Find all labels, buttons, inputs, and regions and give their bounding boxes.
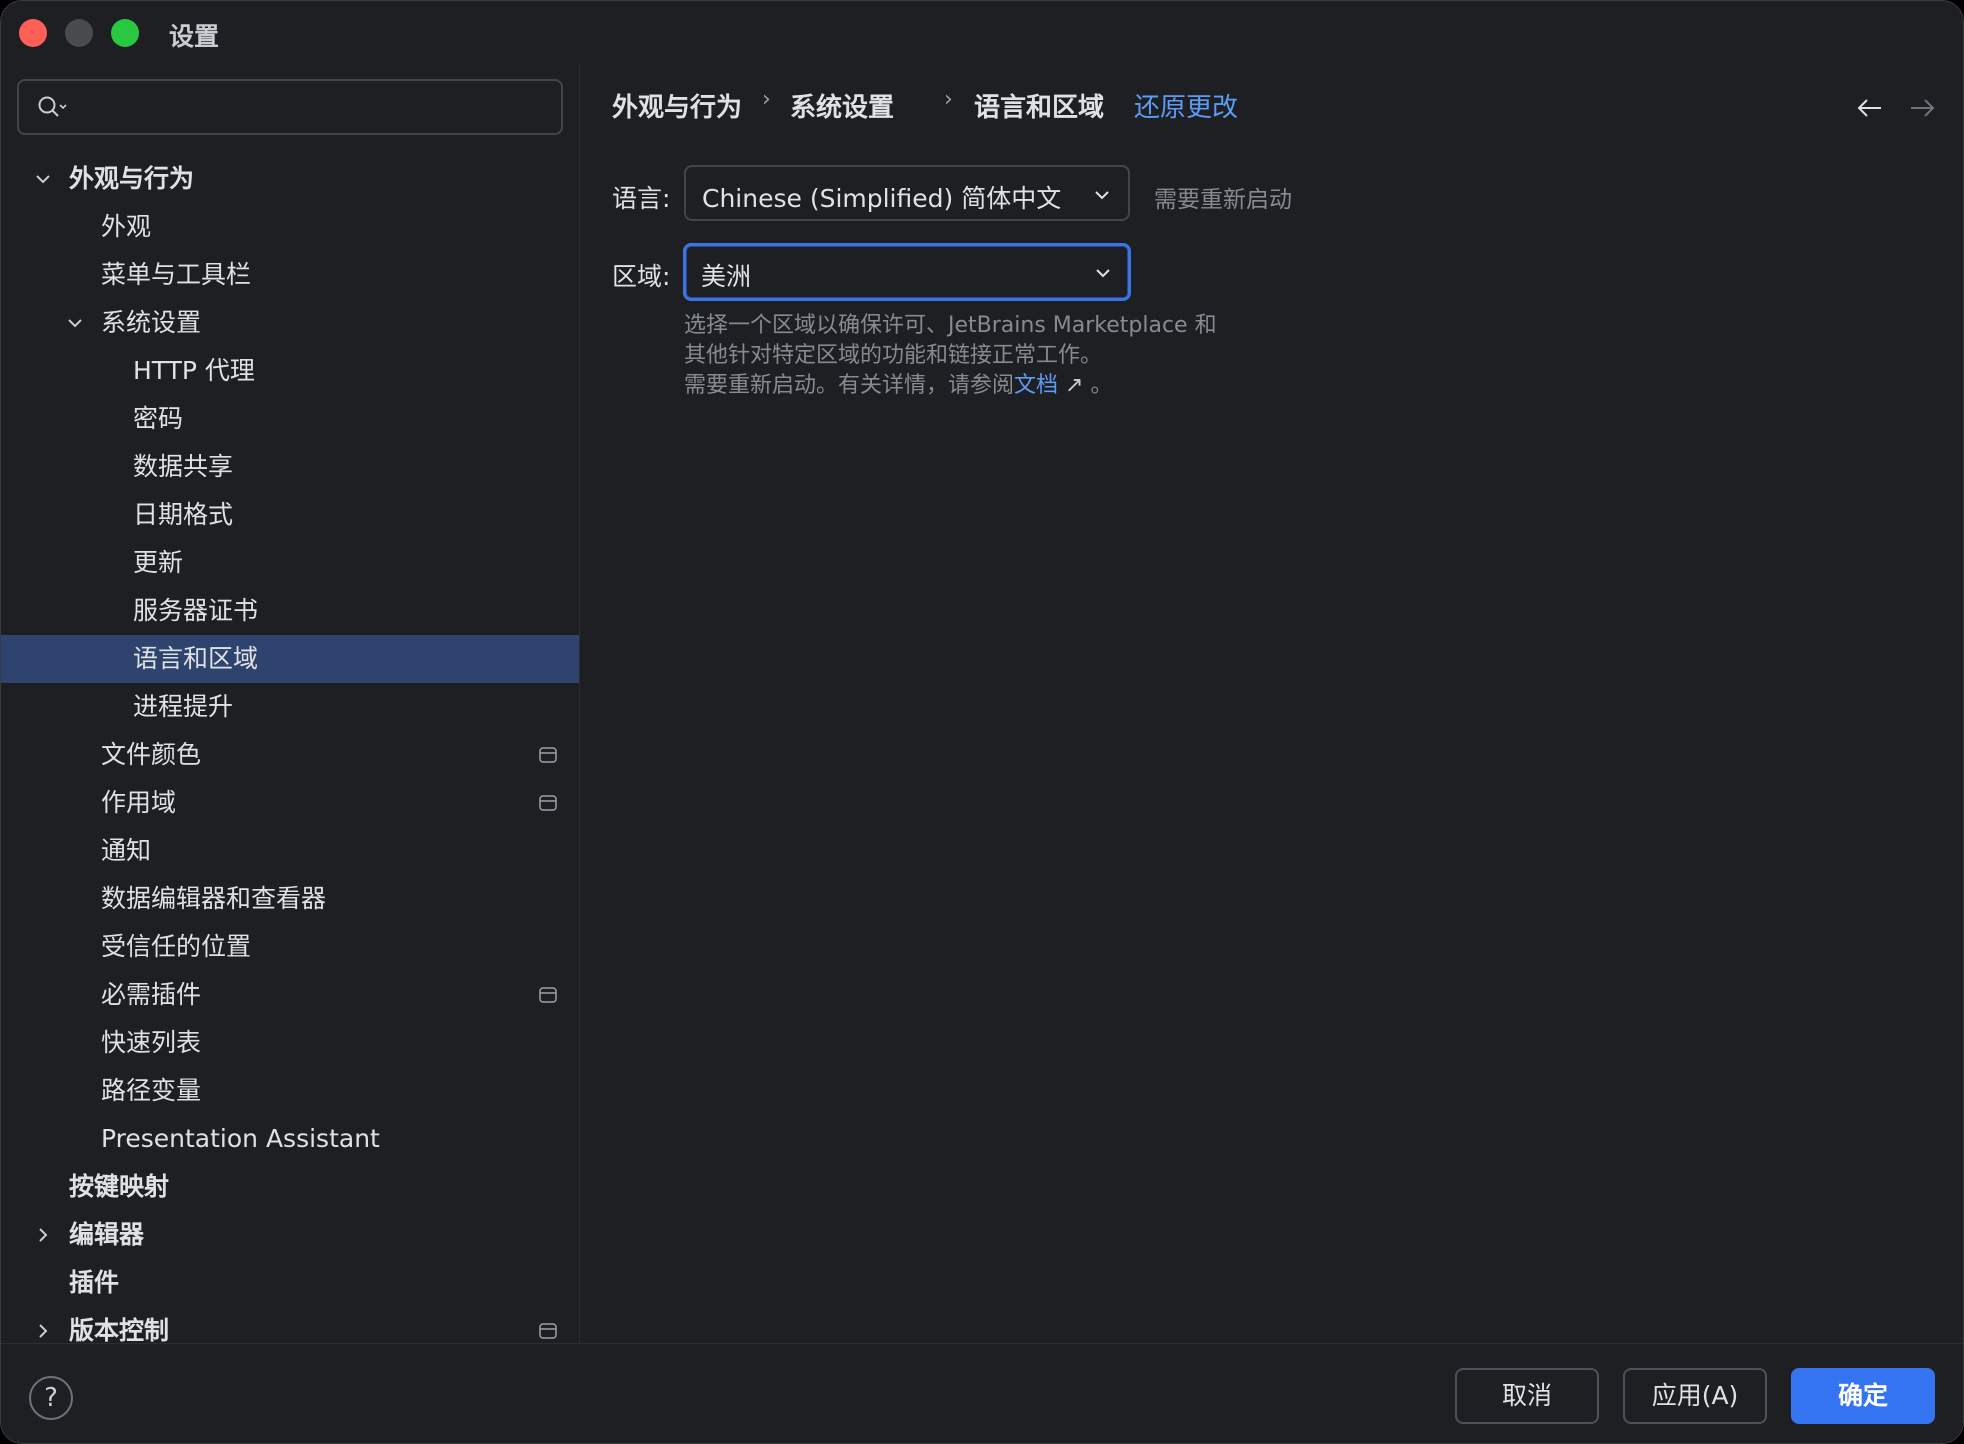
sidebar-item-label: 更新 [133,548,184,577]
project-level-icon [539,795,557,811]
sidebar-item-label: 日期格式 [133,500,234,529]
sidebar-item[interactable]: 系统设置 [1,299,579,347]
revert-changes-link[interactable]: 还原更改 [1134,87,1238,124]
description-text: 需要重新启动。有关详情，请参阅 [684,373,1015,398]
sidebar: 外观与行为外观菜单与工具栏 系统设置 HTTP 代理 密码数据共享日期格式更新服务器证… [1,63,579,1345]
chevron-down-icon[interactable] [65,313,85,333]
maximize-window-button[interactable] [111,19,139,47]
sidebar-item-label: 受信任的位置 [101,932,252,961]
window-title: 设置 [169,22,220,51]
language-dropdown[interactable]: Chinese (Simplified) 简体中文 [684,165,1130,221]
sidebar-item[interactable]: 菜单与工具栏 [1,251,579,299]
region-description: 选择一个区域以确保许可、JetBrains Marketplace 和 其他针对… [684,311,1217,401]
sidebar-item[interactable]: 插件 [1,1259,579,1307]
sidebar-item[interactable]: 服务器证书 [1,587,579,635]
project-level-icon [539,747,557,763]
sidebar-item-label: 快速列表 [101,1028,202,1057]
sidebar-item[interactable]: 编辑器 [1,1211,579,1259]
documentation-link[interactable]: 文档 [1014,373,1058,398]
content-panel: 外观与行为 › 系统设置 › 语言和区域 还原更改 语言: Chinese (S… [580,63,1963,1343]
sidebar-item[interactable]: 通知 [1,827,579,875]
history-navigation [1855,93,1941,123]
sidebar-item[interactable]: 日期格式 [1,491,579,539]
description-text: 。 [1083,373,1113,398]
sidebar-item[interactable]: 作用域 [1,779,579,827]
search-icon [38,96,67,117]
sidebar-item[interactable]: 进程提升 [1,683,579,731]
breadcrumb-item: 语言和区域 [974,93,1105,123]
restart-required-hint: 需要重新启动 [1154,187,1292,213]
sidebar-item-label: 文件颜色 [101,740,202,769]
sidebar-item[interactable]: Presentation Assistant [1,1115,579,1163]
sidebar-item-label: 编辑器 [69,1220,145,1249]
sidebar-item-label: 外观 [101,212,152,241]
chevron-right-icon[interactable] [33,1321,53,1341]
breadcrumb-separator: › [944,87,953,112]
sidebar-item[interactable]: HTTP 代理 [1,347,579,395]
sidebar-item-label: 系统设置 [101,308,202,337]
sidebar-item[interactable]: 外观与行为 [1,155,579,203]
help-button[interactable]: ? [29,1376,73,1420]
sidebar-item[interactable]: 语言和区域 [1,635,579,683]
search-input[interactable] [81,89,541,125]
search-box[interactable] [17,79,563,135]
sidebar-item[interactable]: 文件颜色 [1,731,579,779]
settings-window: 设置 外观与行为 外观 菜单与工具栏 系统设置 HTTP 代理 密码 数据共享 日期格式 更新服… [0,0,1964,1444]
sidebar-item-label: 数据共享 [133,452,234,481]
forward-arrow-icon[interactable] [1907,93,1937,123]
sidebar-item[interactable]: 受信任的位置 [1,923,579,971]
chevron-down-icon [1096,269,1110,278]
sidebar-item-label: 必需插件 [101,980,202,1009]
sidebar-item-label: 密码 [133,404,184,433]
region-value: 美洲 [701,262,752,291]
project-level-icon [539,1323,557,1339]
project-level-icon [539,987,557,1003]
apply-button[interactable]: 应用(A) [1623,1368,1767,1424]
sidebar-item-label: 外观与行为 [69,164,195,193]
chevron-down-icon[interactable] [33,169,53,189]
sidebar-item[interactable]: 按键映射 [1,1163,579,1211]
language-label: 语言: [612,184,671,213]
breadcrumb-item[interactable]: 系统设置 [790,87,894,124]
sidebar-item-label: 服务器证书 [133,596,259,625]
sidebar-item[interactable]: 外观 [1,203,579,251]
title-bar: 设置 [1,1,1963,63]
dialog-footer: ? 取消 应用(A) 确定 [1,1343,1963,1443]
sidebar-item-label: HTTP 代理 [133,356,255,385]
sidebar-item[interactable]: 快速列表 [1,1019,579,1067]
sidebar-item[interactable]: 密码 [1,395,579,443]
sidebar-item-label: 通知 [101,836,152,865]
sidebar-item-label: 按键映射 [69,1172,170,1201]
sidebar-item[interactable]: 路径变量 [1,1067,579,1115]
sidebar-item-label: 菜单与工具栏 [101,260,252,289]
sidebar-item-label: Presentation Assistant [101,1124,380,1153]
chevron-right-icon[interactable] [33,1225,53,1245]
sidebar-item-label: 语言和区域 [133,644,259,673]
close-window-button[interactable] [19,19,47,47]
region-dropdown[interactable]: 美洲 [683,243,1131,301]
description-line: 其他针对特定区域的功能和链接正常工作。 [684,343,1103,368]
sidebar-item-label: 进程提升 [133,692,234,721]
sidebar-item[interactable]: 数据共享 [1,443,579,491]
language-value: Chinese (Simplified) 简体中文 [702,184,1062,213]
sidebar-item-label: 作用域 [101,788,177,817]
region-label: 区域: [612,262,671,291]
back-arrow-icon[interactable] [1855,93,1885,123]
description-line: 需要重新启动。有关详情，请参阅文档 ↗ 。 [684,371,1217,401]
sidebar-item-label: 路径变量 [101,1076,202,1105]
settings-tree: 外观与行为外观菜单与工具栏 系统设置 HTTP 代理 密码数据共享日期格式更新服务器证… [1,155,579,1355]
external-link-icon[interactable]: ↗ [1065,373,1083,398]
sidebar-item[interactable]: 更新 [1,539,579,587]
chevron-down-icon [1095,191,1109,200]
sidebar-item-label: 插件 [69,1268,120,1297]
sidebar-item-label: 数据编辑器和查看器 [101,884,327,913]
ok-button[interactable]: 确定 [1791,1368,1935,1424]
sidebar-item[interactable]: 必需插件 [1,971,579,1019]
sidebar-item[interactable]: 数据编辑器和查看器 [1,875,579,923]
description-line: 选择一个区域以确保许可、JetBrains Marketplace 和 [684,313,1217,338]
cancel-button[interactable]: 取消 [1455,1368,1599,1424]
breadcrumb-separator: › [762,87,771,112]
breadcrumb-item[interactable]: 外观与行为 [612,87,742,124]
minimize-window-button[interactable] [65,19,93,47]
